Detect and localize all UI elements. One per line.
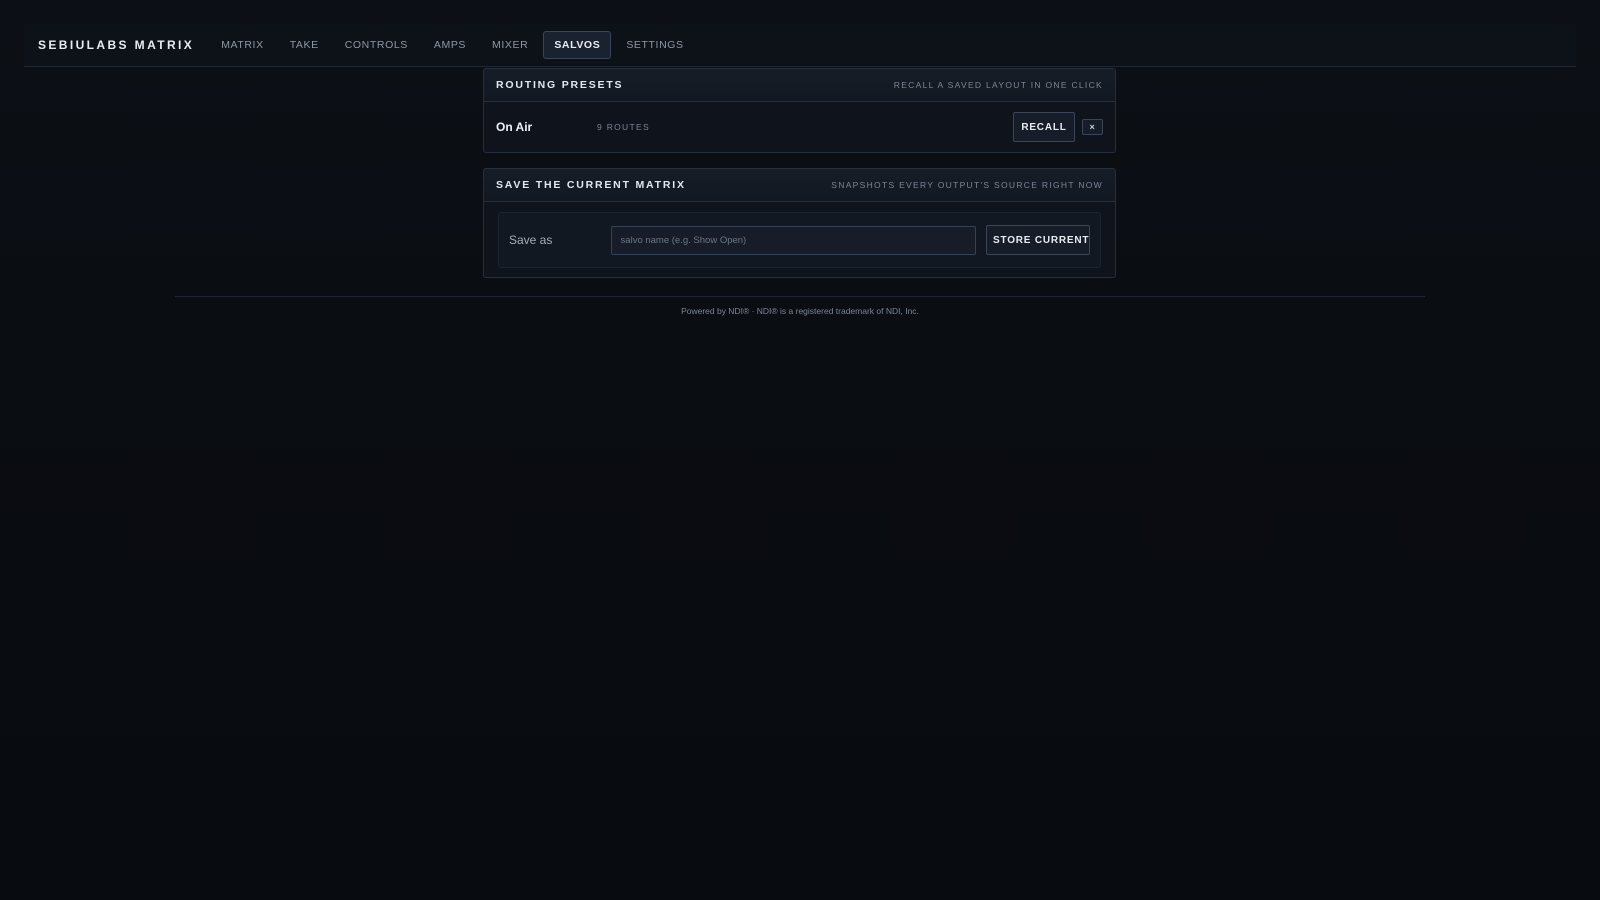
preset-row: On Air 9 ROUTES RECALL ×: [484, 102, 1115, 152]
nav-tab-salvos[interactable]: SALVOS: [543, 31, 612, 59]
footer-divider: [175, 296, 1425, 297]
recall-button[interactable]: RECALL: [1013, 112, 1075, 142]
routing-presets-panel: ROUTING PRESETS RECALL A SAVED LAYOUT IN…: [483, 68, 1116, 153]
nav-tab-amps[interactable]: AMPS: [423, 31, 477, 59]
routing-presets-hint: RECALL A SAVED LAYOUT IN ONE CLICK: [893, 80, 1103, 90]
nav-tab-take[interactable]: TAKE: [279, 31, 330, 59]
save-as-label: Save as: [509, 233, 553, 247]
store-current-button[interactable]: STORE CURRENT: [986, 225, 1090, 255]
delete-preset-button[interactable]: ×: [1082, 119, 1103, 135]
save-matrix-hint: SNAPSHOTS EVERY OUTPUT'S SOURCE RIGHT NO…: [831, 180, 1103, 190]
save-form: Save as STORE CURRENT: [498, 212, 1101, 268]
top-navigation-bar: SEBIULABS MATRIX MATRIX TAKE CONTROLS AM…: [24, 24, 1576, 67]
footer-text: Powered by NDI® · NDI® is a registered t…: [681, 306, 919, 316]
preset-name: On Air: [496, 120, 533, 134]
routing-presets-title: ROUTING PRESETS: [496, 79, 624, 91]
main-nav: MATRIX TAKE CONTROLS AMPS MIXER SALVOS S…: [210, 31, 694, 59]
nav-tab-controls[interactable]: CONTROLS: [334, 31, 419, 59]
nav-tab-settings[interactable]: SETTINGS: [615, 31, 694, 59]
salvo-name-input[interactable]: [610, 225, 976, 255]
preset-route-count: 9 ROUTES: [597, 122, 650, 132]
routing-presets-header: ROUTING PRESETS RECALL A SAVED LAYOUT IN…: [484, 69, 1115, 102]
save-matrix-panel: SAVE THE CURRENT MATRIX SNAPSHOTS EVERY …: [483, 168, 1116, 278]
nav-tab-matrix[interactable]: MATRIX: [210, 31, 275, 59]
nav-tab-mixer[interactable]: MIXER: [481, 31, 539, 59]
app-brand: SEBIULABS MATRIX: [38, 38, 195, 52]
save-matrix-title: SAVE THE CURRENT MATRIX: [496, 179, 686, 191]
save-matrix-header: SAVE THE CURRENT MATRIX SNAPSHOTS EVERY …: [484, 169, 1115, 202]
